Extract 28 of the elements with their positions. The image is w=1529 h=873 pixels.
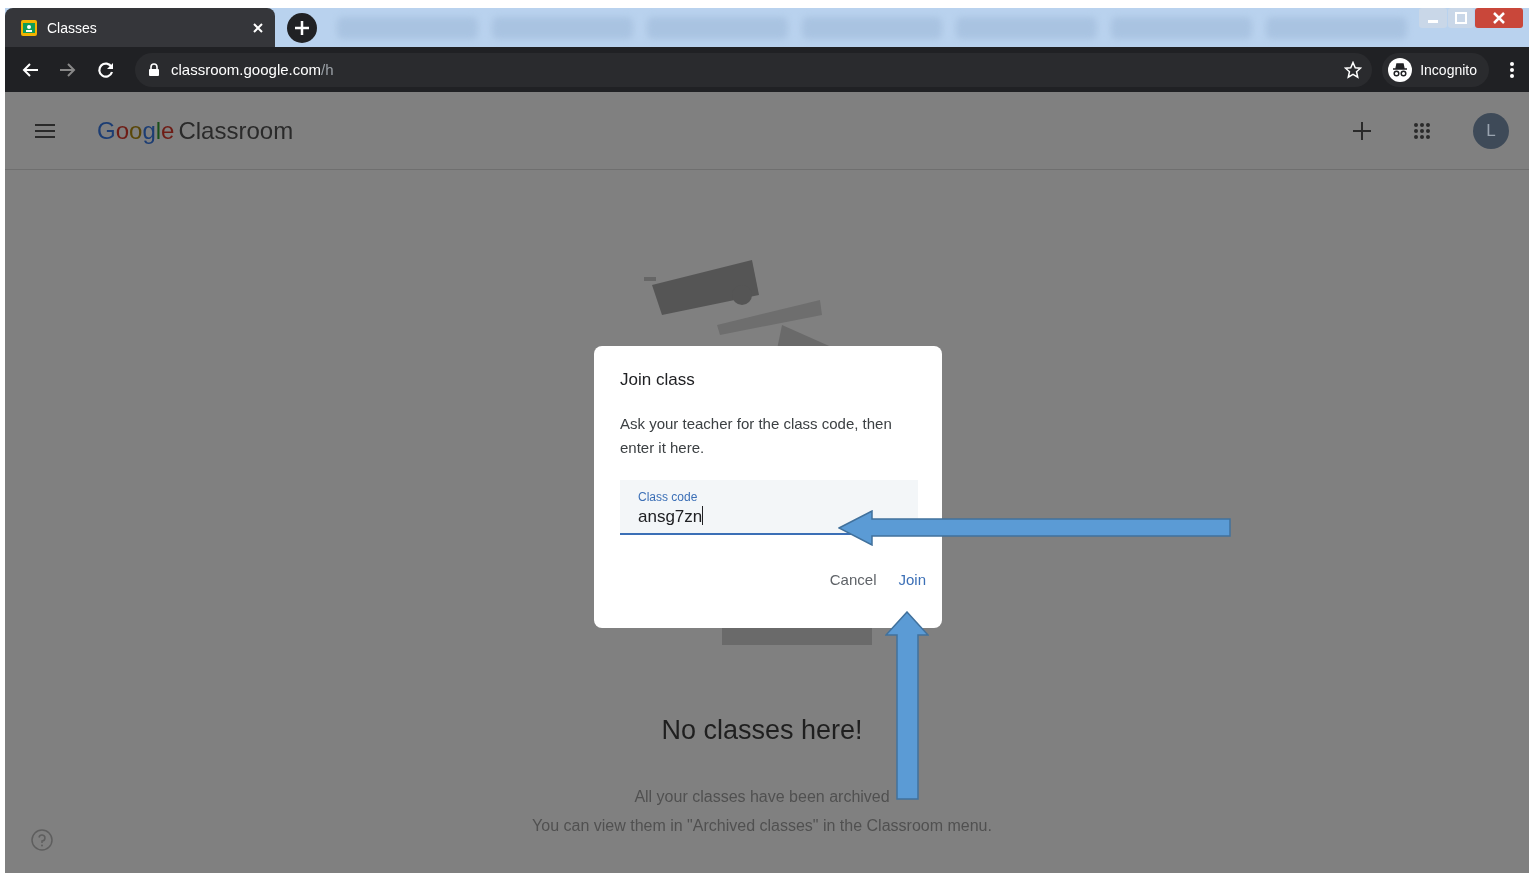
join-button[interactable]: Join	[892, 567, 932, 592]
incognito-icon	[1388, 57, 1413, 82]
class-code-field[interactable]: Class code ansg7zn	[620, 480, 918, 535]
lock-icon	[149, 63, 159, 76]
address-bar[interactable]: classroom.google.com/h	[135, 52, 1373, 87]
new-tab-icon[interactable]	[287, 13, 317, 43]
close-tab-icon[interactable]	[253, 22, 263, 33]
back-icon[interactable]	[21, 61, 39, 78]
profile-label: Incognito	[1420, 61, 1477, 78]
close-window-icon[interactable]	[1475, 8, 1523, 28]
reload-icon[interactable]	[97, 60, 115, 79]
plus-icon[interactable]	[1353, 121, 1371, 140]
cancel-button[interactable]: Cancel	[823, 567, 883, 592]
more-menu-icon[interactable]	[1509, 60, 1515, 79]
dialog-message: Ask your teacher for the class code, then enter it here.	[620, 414, 893, 458]
menu-icon[interactable]	[35, 123, 55, 138]
classroom-favicon-icon	[21, 19, 37, 36]
url-text: classroom.google.com/h	[171, 61, 335, 78]
browser-tab[interactable]: Classes	[5, 8, 275, 47]
bookmark-star-icon[interactable]	[1344, 60, 1363, 79]
empty-state-heading: No classes here!	[661, 715, 863, 746]
forward-icon[interactable]	[59, 61, 77, 78]
apps-grid-icon[interactable]	[1413, 121, 1431, 140]
google-classroom-logo[interactable]: Google Classroom	[97, 116, 294, 145]
dialog-title: Join class	[620, 370, 696, 390]
tab-title: Classes	[47, 19, 98, 36]
avatar[interactable]: L	[1473, 112, 1509, 149]
incognito-badge[interactable]: Incognito	[1382, 52, 1489, 87]
